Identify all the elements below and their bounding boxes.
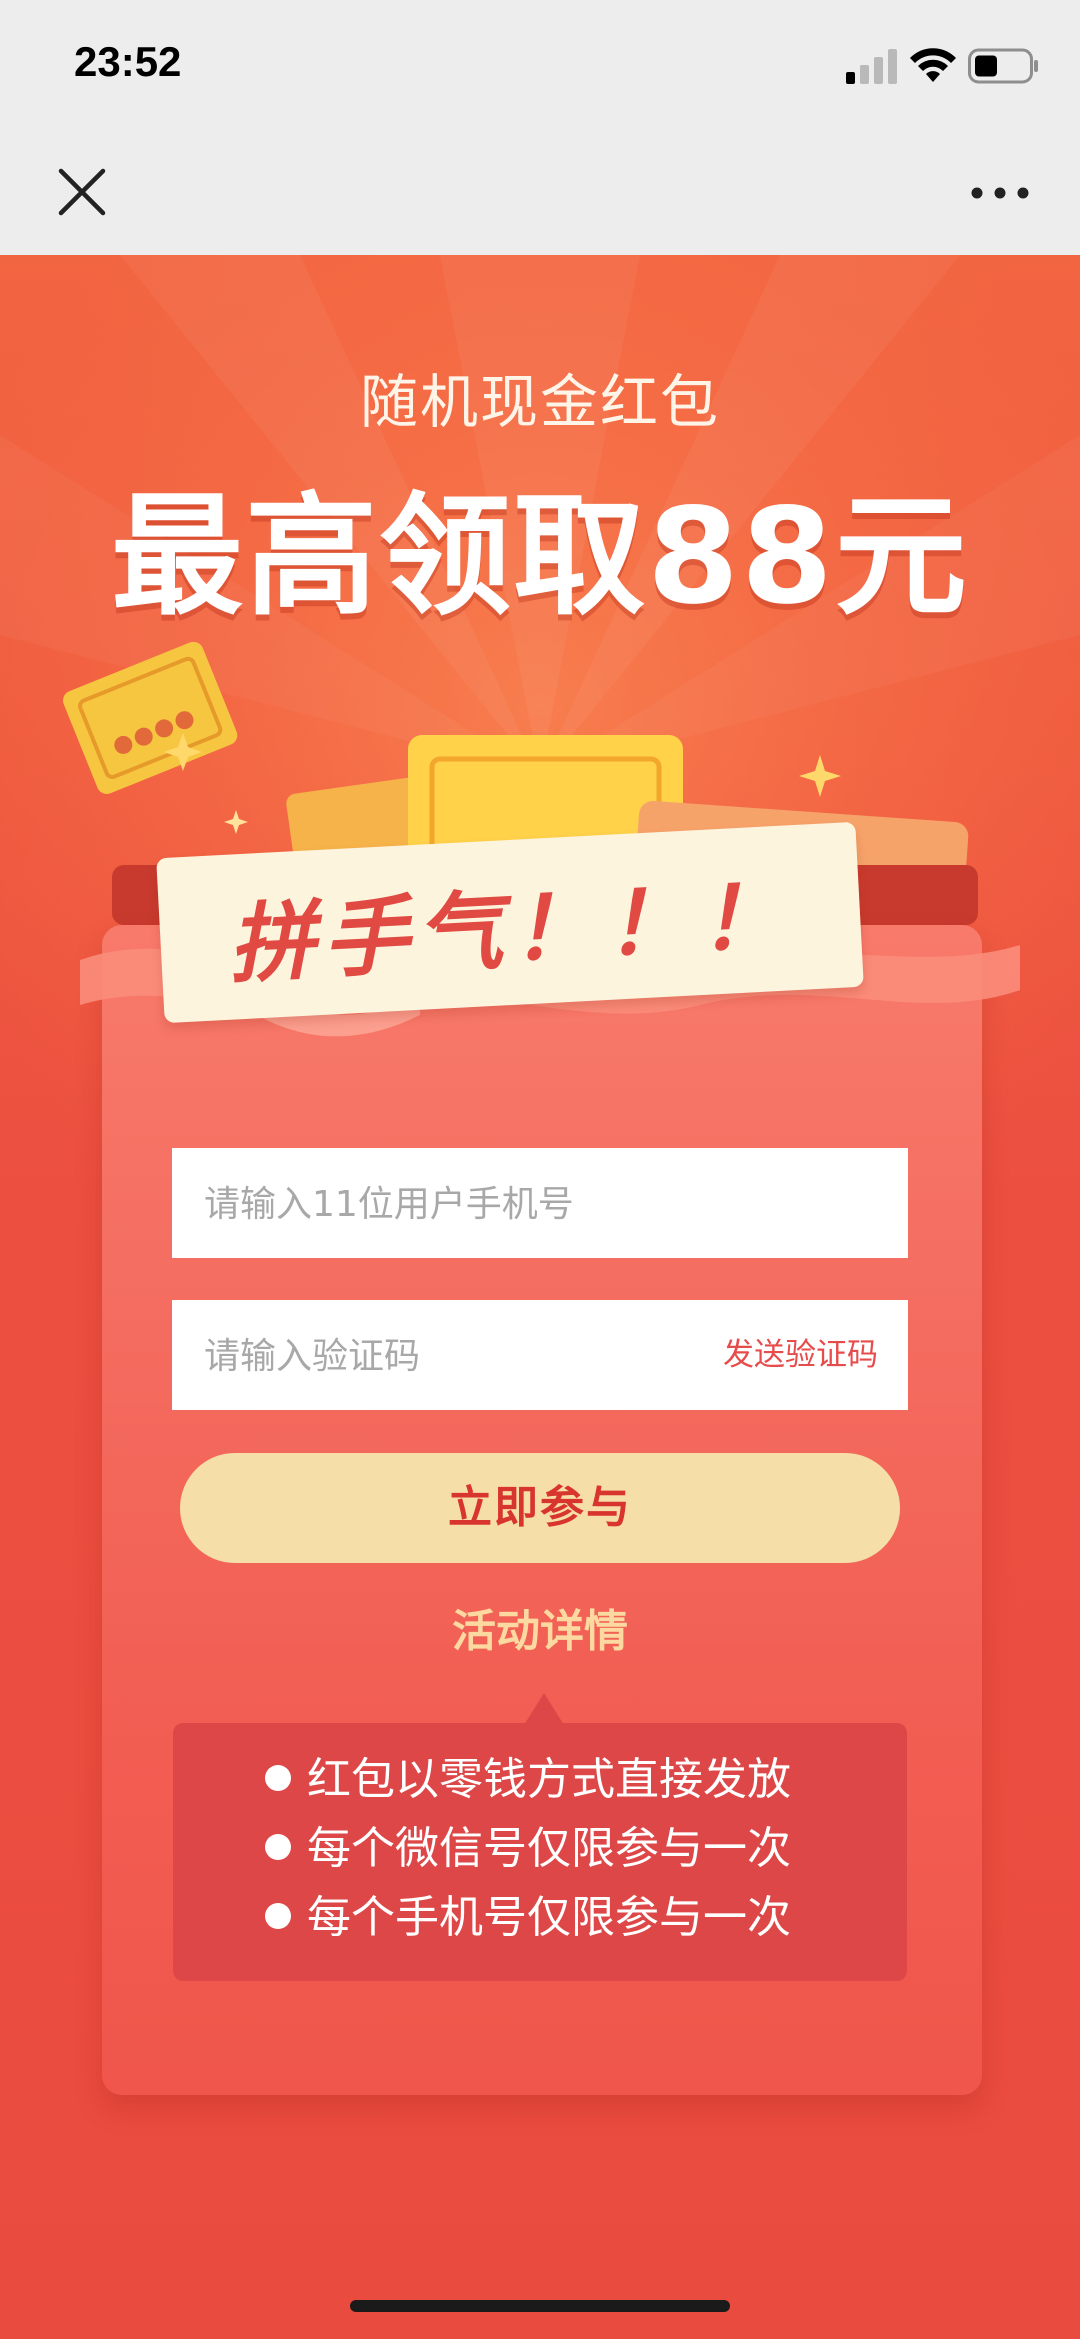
rule-item: 每个微信号仅限参与一次 xyxy=(265,1814,791,1883)
rule-item: 红包以零钱方式直接发放 xyxy=(265,1745,791,1814)
rules-box: 红包以零钱方式直接发放 每个微信号仅限参与一次 每个手机号仅限参与一次 xyxy=(173,1723,907,1981)
rules-list: 红包以零钱方式直接发放 每个微信号仅限参与一次 每个手机号仅限参与一次 xyxy=(265,1745,791,1952)
rule-item: 每个手机号仅限参与一次 xyxy=(265,1883,791,1952)
rule-text: 每个微信号仅限参与一次 xyxy=(307,1823,791,1874)
verification-code-input[interactable] xyxy=(202,1300,676,1412)
status-bar: 23:52 xyxy=(0,0,1080,135)
close-icon[interactable] xyxy=(55,165,109,219)
signal-icon xyxy=(846,49,897,84)
status-time: 23:52 xyxy=(74,38,182,85)
home-indicator[interactable] xyxy=(350,2300,730,2312)
code-input-row: 发送验证码 xyxy=(172,1300,908,1412)
more-icon[interactable] xyxy=(970,183,1030,203)
rules-pointer xyxy=(524,1693,564,1725)
join-now-button[interactable]: 立即参与 xyxy=(180,1453,900,1563)
battery-icon xyxy=(968,48,1038,84)
hero-subtitle: 随机现金红包 xyxy=(359,368,720,436)
banner-text: 拼手气！！！ xyxy=(226,866,795,996)
activity-details-link[interactable]: 活动详情 xyxy=(0,1595,1080,1659)
nav-bar xyxy=(0,135,1080,255)
wifi-icon xyxy=(910,48,956,82)
rule-text: 每个手机号仅限参与一次 xyxy=(307,1892,791,1943)
send-code-button[interactable]: 发送验证码 xyxy=(723,1300,878,1410)
bullet-icon xyxy=(265,1765,291,1791)
bullet-icon xyxy=(265,1903,291,1929)
bullet-icon xyxy=(265,1834,291,1860)
main-page: 随机现金红包 最高领取88元 拼手气！！！ 请输入11位用户手机号 请输入验证码… xyxy=(0,255,1080,2339)
phone-input[interactable] xyxy=(202,1148,886,1260)
hero-headline: 最高领取88元 xyxy=(111,480,969,634)
rule-text: 红包以零钱方式直接发放 xyxy=(307,1754,791,1805)
phone-input-row xyxy=(172,1148,908,1260)
